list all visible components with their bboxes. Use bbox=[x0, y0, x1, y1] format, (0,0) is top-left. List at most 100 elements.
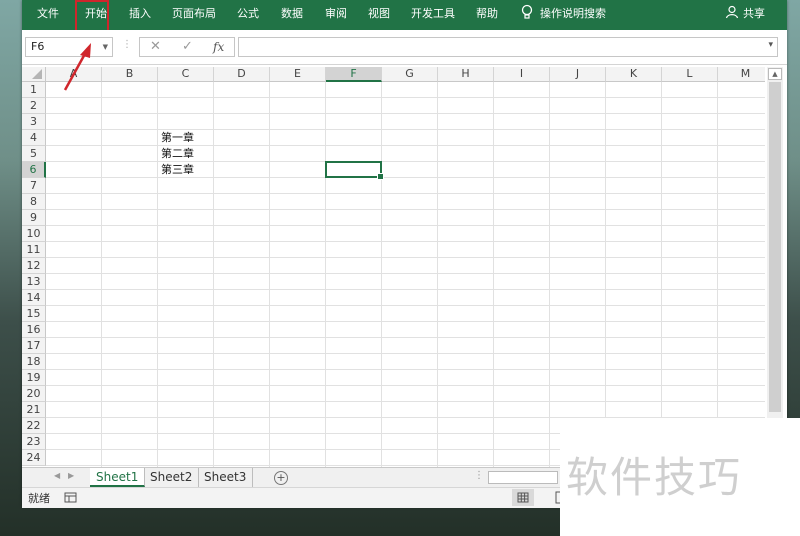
row-gridline bbox=[46, 257, 765, 258]
enter-icon[interactable]: ✓ bbox=[182, 40, 193, 54]
row-gridline bbox=[46, 321, 765, 322]
cell-c4[interactable]: 第一章 bbox=[161, 130, 194, 146]
row-header-2[interactable]: 2 bbox=[22, 98, 46, 114]
prev-sheet-icon[interactable]: ◀ bbox=[54, 471, 60, 480]
spreadsheet-grid[interactable]: A B C D E F G H I J K L M 1 2 3 4 5 6 7 8 9 10 11 12 13 14 15 16 17 18… bbox=[22, 67, 765, 467]
column-gridline bbox=[549, 82, 550, 467]
row-header-1[interactable]: 1 bbox=[22, 82, 46, 98]
row-header-4[interactable]: 4 bbox=[22, 130, 46, 146]
sheet-tab-2[interactable]: Sheet2 bbox=[144, 468, 200, 487]
column-header-a[interactable]: A bbox=[46, 67, 102, 82]
column-header-f[interactable]: F bbox=[326, 67, 382, 82]
normal-view-button[interactable] bbox=[512, 489, 534, 506]
row-header-19[interactable]: 19 bbox=[22, 370, 46, 386]
tab-help[interactable]: 帮助 bbox=[476, 0, 498, 30]
select-all-button[interactable] bbox=[22, 67, 46, 82]
row-header-15[interactable]: 15 bbox=[22, 306, 46, 322]
macro-recording-icon[interactable] bbox=[64, 492, 78, 504]
row-gridline bbox=[46, 225, 765, 226]
row-header-20[interactable]: 20 bbox=[22, 386, 46, 402]
column-header-m[interactable]: M bbox=[718, 67, 765, 82]
tab-file[interactable]: 文件 bbox=[37, 0, 59, 30]
grid-view-icon bbox=[517, 492, 529, 503]
split-handle-icon[interactable]: ⋮ bbox=[474, 470, 484, 481]
insert-function-button[interactable]: fx bbox=[213, 40, 224, 54]
row-header-18[interactable]: 18 bbox=[22, 354, 46, 370]
tab-formulas[interactable]: 公式 bbox=[237, 0, 259, 30]
row-header-16[interactable]: 16 bbox=[22, 322, 46, 338]
expand-formula-icon[interactable]: ▾ bbox=[768, 40, 773, 50]
row-header-22[interactable]: 22 bbox=[22, 418, 46, 434]
row-header-24[interactable]: 24 bbox=[22, 450, 46, 466]
column-gridline bbox=[269, 82, 270, 467]
active-cell-selection[interactable] bbox=[325, 161, 384, 180]
share-label: 共享 bbox=[743, 7, 765, 20]
row-header-17[interactable]: 17 bbox=[22, 338, 46, 354]
sheet-tab-1[interactable]: Sheet1 bbox=[90, 468, 146, 487]
add-sheet-button[interactable]: + bbox=[274, 471, 288, 485]
row-gridline bbox=[46, 273, 765, 274]
row-gridline bbox=[46, 401, 765, 402]
row-gridline bbox=[46, 241, 765, 242]
column-header-l[interactable]: L bbox=[662, 67, 718, 82]
cell-c6[interactable]: 第三章 bbox=[161, 162, 194, 178]
vertical-scrollbar[interactable]: ▲ bbox=[767, 67, 783, 467]
column-gridline bbox=[101, 82, 102, 467]
row-gridline bbox=[46, 369, 765, 370]
row-header-10[interactable]: 10 bbox=[22, 226, 46, 242]
chevron-down-icon[interactable]: ▼ bbox=[103, 38, 108, 56]
sheet-tab-3[interactable]: Sheet3 bbox=[198, 468, 254, 487]
column-header-k[interactable]: K bbox=[606, 67, 662, 82]
cancel-icon[interactable]: ✕ bbox=[150, 40, 161, 54]
row-header-3[interactable]: 3 bbox=[22, 114, 46, 130]
row-header-7[interactable]: 7 bbox=[22, 178, 46, 194]
row-gridline bbox=[46, 177, 765, 178]
row-header-8[interactable]: 8 bbox=[22, 194, 46, 210]
column-header-d[interactable]: D bbox=[214, 67, 270, 82]
tab-page-layout[interactable]: 页面布局 bbox=[172, 0, 216, 30]
row-gridline bbox=[46, 209, 765, 210]
tab-developer[interactable]: 开发工具 bbox=[411, 0, 455, 30]
column-gridline bbox=[213, 82, 214, 467]
formula-input[interactable]: ▾ bbox=[238, 37, 778, 57]
row-header-21[interactable]: 21 bbox=[22, 402, 46, 418]
row-header-9[interactable]: 9 bbox=[22, 210, 46, 226]
cell-c5[interactable]: 第二章 bbox=[161, 146, 194, 162]
select-all-triangle-icon bbox=[32, 69, 42, 79]
column-header-e[interactable]: E bbox=[270, 67, 326, 82]
row-gridline bbox=[46, 129, 765, 130]
tab-insert[interactable]: 插入 bbox=[129, 0, 151, 30]
more-options-icon: ⋮ bbox=[122, 39, 132, 50]
column-header-i[interactable]: I bbox=[494, 67, 550, 82]
tell-me-search[interactable]: 操作说明搜索 bbox=[520, 0, 606, 30]
column-gridline bbox=[661, 82, 662, 467]
name-box[interactable]: F6 ▼ bbox=[25, 37, 113, 57]
watermark-text: 软件技巧 bbox=[566, 453, 743, 502]
tell-me-label: 操作说明搜索 bbox=[540, 7, 606, 20]
tab-view[interactable]: 视图 bbox=[368, 0, 390, 30]
tab-data[interactable]: 数据 bbox=[281, 0, 303, 30]
fill-handle[interactable] bbox=[377, 173, 384, 180]
row-header-23[interactable]: 23 bbox=[22, 434, 46, 450]
tab-review[interactable]: 审阅 bbox=[325, 0, 347, 30]
row-header-6[interactable]: 6 bbox=[22, 162, 46, 178]
scroll-up-icon[interactable]: ▲ bbox=[768, 68, 782, 80]
column-header-g[interactable]: G bbox=[382, 67, 438, 82]
row-header-14[interactable]: 14 bbox=[22, 290, 46, 306]
column-gridline bbox=[157, 82, 158, 467]
row-header-11[interactable]: 11 bbox=[22, 242, 46, 258]
column-header-c[interactable]: C bbox=[158, 67, 214, 82]
row-header-12[interactable]: 12 bbox=[22, 258, 46, 274]
column-gridline bbox=[493, 82, 494, 467]
row-header-5[interactable]: 5 bbox=[22, 146, 46, 162]
formula-bar: F6 ▼ ⋮ ✕ ✓ fx ▾ bbox=[22, 30, 787, 65]
scrollbar-thumb[interactable] bbox=[769, 82, 781, 412]
column-header-h[interactable]: H bbox=[438, 67, 494, 82]
horizontal-scrollbar[interactable] bbox=[488, 471, 558, 484]
column-header-j[interactable]: J bbox=[550, 67, 606, 82]
row-gridline bbox=[46, 337, 765, 338]
row-header-13[interactable]: 13 bbox=[22, 274, 46, 290]
next-sheet-icon[interactable]: ▶ bbox=[68, 471, 74, 480]
column-header-b[interactable]: B bbox=[102, 67, 158, 82]
share-button[interactable]: 共享 bbox=[725, 0, 765, 30]
